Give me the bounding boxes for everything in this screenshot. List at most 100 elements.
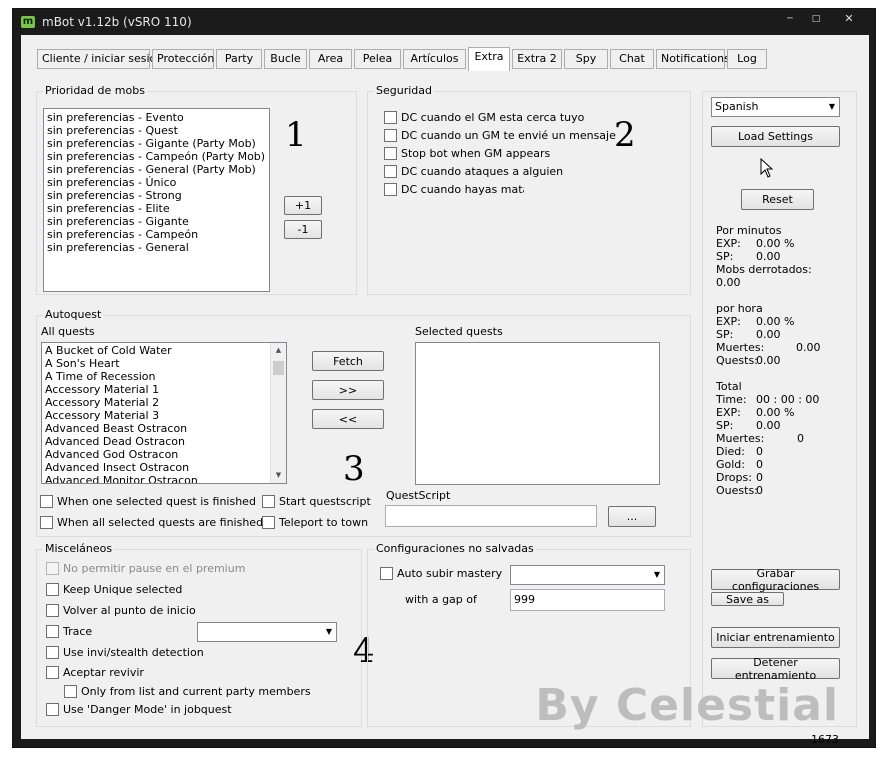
teleport-town-checkbox[interactable]: Teleport to town	[262, 516, 368, 529]
danger-mode-checkbox[interactable]: Use 'Danger Mode' in jobquest	[46, 703, 232, 716]
tab-extra2[interactable]: Extra 2	[512, 49, 562, 69]
return-start-point-checkbox[interactable]: Volver al punto de inicio	[46, 604, 196, 617]
invi-detection-checkbox[interactable]: Use invi/stealth detection	[46, 646, 204, 659]
checkbox-box[interactable]	[384, 111, 397, 124]
checkbox-box[interactable]	[262, 495, 275, 508]
list-item[interactable]: Advanced Monitor Ostracon	[42, 474, 286, 483]
list-item[interactable]: Advanced God Ostracon	[42, 448, 286, 461]
list-item[interactable]: Advanced Dead Ostracon	[42, 435, 286, 448]
list-item[interactable]: sin preferencias - Gigante	[44, 215, 269, 228]
checkbox-box[interactable]	[384, 183, 397, 196]
start-training-button[interactable]: Iniciar entrenamiento	[711, 627, 840, 648]
list-item[interactable]: sin preferencias - Gigante (Party Mob)	[44, 137, 269, 150]
list-item[interactable]: A Bucket of Cold Water	[42, 344, 286, 357]
all-quests-list[interactable]: A Bucket of Cold Water A Son's Heart A T…	[41, 342, 287, 484]
per-minute-title: Por minutos	[716, 224, 782, 237]
auto-mastery-checkbox[interactable]: Auto subir mastery	[380, 567, 502, 580]
checkbox-box[interactable]	[46, 625, 59, 638]
scroll-thumb[interactable]	[273, 361, 284, 375]
accept-revive-checkbox[interactable]: Aceptar revivir	[46, 666, 144, 679]
gap-input[interactable]: 999	[510, 589, 665, 611]
checkbox-box[interactable]	[384, 165, 397, 178]
checkbox-box[interactable]	[384, 147, 397, 160]
save-config-button[interactable]: Grabar configuraciones	[711, 567, 840, 593]
add-quest-button[interactable]: >>	[312, 380, 384, 400]
checkbox-box[interactable]	[384, 129, 397, 142]
scroll-down-icon[interactable]: ▼	[271, 468, 286, 483]
remove-quest-button[interactable]: <<	[312, 409, 384, 429]
one-quest-finished-checkbox[interactable]: When one selected quest is finished	[40, 495, 256, 508]
list-item[interactable]: sin preferencias - General	[44, 241, 269, 254]
tab-protection[interactable]: Protección	[152, 49, 214, 69]
list-item[interactable]: A Time of Recession	[42, 370, 286, 383]
list-item[interactable]: sin preferencias - Strong	[44, 189, 269, 202]
questscript-input[interactable]	[385, 505, 597, 527]
stop-training-button[interactable]: Detener entrenamiento	[711, 656, 840, 682]
dc-gm-message-checkbox[interactable]: DC cuando un GM te envié un mensaje	[384, 129, 616, 142]
browse-questscript-button[interactable]: ...	[608, 506, 656, 527]
tab-notifications[interactable]: Notifications	[656, 49, 730, 69]
list-item[interactable]: sin preferencias - General (Party Mob)	[44, 163, 269, 176]
tab-area[interactable]: Area	[309, 49, 352, 69]
fetch-button[interactable]: Fetch	[312, 351, 384, 371]
list-item[interactable]: sin preferencias - Evento	[44, 111, 269, 124]
dc-killed-checkbox[interactable]: DC cuando hayas matado	[384, 183, 524, 196]
dc-gm-near-checkbox[interactable]: DC cuando el GM esta cerca tuyo	[384, 111, 584, 124]
tab-login[interactable]: Cliente / iniciar sesión	[37, 49, 163, 69]
list-item[interactable]: sin preferencias - Quest	[44, 124, 269, 137]
trace-checkbox[interactable]: Trace	[46, 625, 92, 638]
tab-log[interactable]: Log	[727, 49, 767, 69]
mob-priority-list[interactable]: sin preferencias - Evento sin preferenci…	[43, 108, 270, 292]
tab-items[interactable]: Artículos	[403, 49, 466, 69]
reset-button[interactable]: Reset	[741, 189, 814, 210]
trace-target-dropdown[interactable]: ▼	[197, 622, 337, 642]
tab-extra[interactable]: Extra	[468, 47, 510, 71]
list-item[interactable]: Accessory Material 2	[42, 396, 286, 409]
close-icon[interactable]: ✕	[836, 12, 862, 26]
scroll-up-icon[interactable]: ▲	[271, 343, 286, 358]
tab-loop[interactable]: Bucle	[264, 49, 307, 69]
revive-party-only-checkbox[interactable]: Only from list and current party members	[64, 685, 311, 698]
list-item[interactable]: sin preferencias - Campeón	[44, 228, 269, 241]
list-item[interactable]: Accessory Material 3	[42, 409, 286, 422]
title-bar[interactable]: m mBot v1.12b (vSRO 110) ─ □ ✕	[13, 9, 875, 35]
dc-attacked-checkbox[interactable]: DC cuando ataques a alguien	[384, 165, 563, 178]
checkbox-box[interactable]	[380, 567, 393, 580]
checkbox-box[interactable]	[46, 604, 59, 617]
keep-unique-checkbox[interactable]: Keep Unique selected	[46, 583, 182, 596]
minimize-icon[interactable]: ─	[777, 12, 803, 26]
tab-party[interactable]: Party	[216, 49, 262, 69]
priority-down-button[interactable]: -1	[284, 220, 322, 239]
checkbox-box[interactable]	[40, 495, 53, 508]
checkbox-box[interactable]	[46, 583, 59, 596]
priority-up-button[interactable]: +1	[284, 196, 322, 215]
checkbox-box[interactable]	[46, 562, 59, 575]
list-item[interactable]: A Son's Heart	[42, 357, 286, 370]
tab-spy[interactable]: Spy	[564, 49, 608, 69]
checkbox-box[interactable]	[40, 516, 53, 529]
quest-list-scrollbar[interactable]: ▲ ▼	[270, 343, 286, 483]
list-item[interactable]: sin preferencias - Único	[44, 176, 269, 189]
maximize-icon[interactable]: □	[803, 12, 829, 26]
list-item[interactable]: sin preferencias - Campeón (Party Mob)	[44, 150, 269, 163]
load-settings-button[interactable]: Load Settings	[711, 126, 840, 147]
list-item[interactable]: Accessory Material 1	[42, 383, 286, 396]
list-item[interactable]: Advanced Insect Ostracon	[42, 461, 286, 474]
save-as-button[interactable]: Save as	[711, 592, 784, 606]
start-questscript-checkbox[interactable]: Start questscript	[262, 495, 371, 508]
no-pause-premium-checkbox[interactable]: No permitir pause en el premium	[46, 562, 245, 575]
selected-quests-list[interactable]	[415, 342, 660, 485]
checkbox-box[interactable]	[262, 516, 275, 529]
mastery-dropdown[interactable]: ▼	[510, 565, 665, 585]
tab-chat[interactable]: Chat	[610, 49, 654, 69]
tab-fight[interactable]: Pelea	[354, 49, 401, 69]
checkbox-box[interactable]	[46, 646, 59, 659]
list-item[interactable]: sin preferencias - Elite	[44, 202, 269, 215]
stop-gm-appears-checkbox[interactable]: Stop bot when GM appears	[384, 147, 550, 160]
list-item[interactable]: Advanced Beast Ostracon	[42, 422, 286, 435]
checkbox-box[interactable]	[46, 666, 59, 679]
language-dropdown[interactable]: Spanish ▼	[711, 97, 840, 117]
checkbox-box[interactable]	[46, 703, 59, 716]
all-quests-finished-checkbox[interactable]: When all selected quests are finished	[40, 516, 263, 529]
checkbox-box[interactable]	[64, 685, 77, 698]
